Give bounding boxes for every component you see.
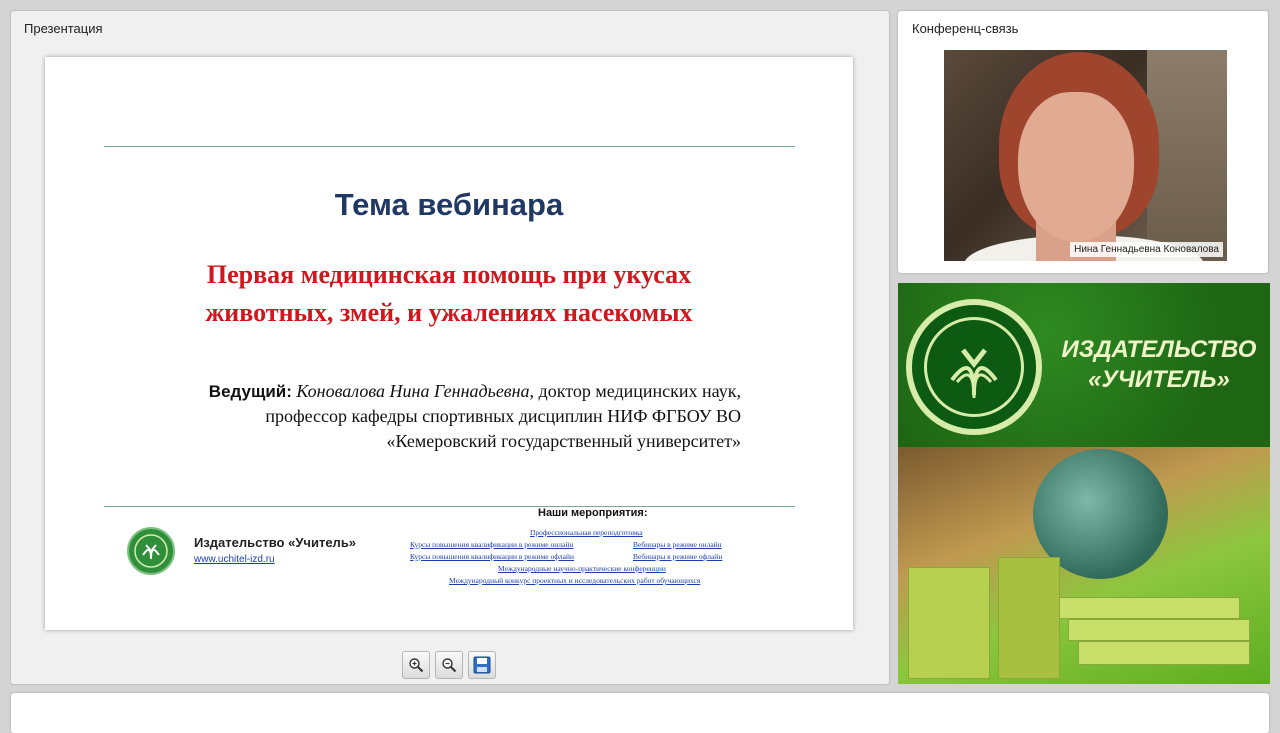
participant-name-label: Нина Геннадьевна Коновалова	[1070, 242, 1223, 257]
zoom-in-icon	[409, 658, 424, 673]
save-button[interactable]	[468, 651, 496, 679]
host-line2: профессор кафедры спортивных дисциплин Н…	[265, 406, 741, 426]
slide-topic: Первая медицинская помощь при укусах жив…	[45, 256, 853, 332]
slide-topic-line2: животных, змей, и ужалениях насекомых	[205, 298, 693, 327]
slide-host: Ведущий: Коновалова Нина Геннадьевна, до…	[209, 379, 741, 454]
event-link[interactable]: Профессиональная переподготовка	[530, 528, 643, 537]
slide-top-rule	[104, 146, 795, 147]
event-link[interactable]: Курсы повышения квалификации в режиме оф…	[410, 552, 574, 561]
presentation-panel-title: Презентация	[24, 21, 103, 36]
publisher-link[interactable]: www.uchitel-izd.ru	[194, 554, 275, 565]
event-link[interactable]: Курсы повышения квалификации в режиме он…	[410, 540, 573, 549]
presentation-panel: Презентация Тема вебинара Первая медицин…	[11, 11, 889, 684]
host-label: Ведущий:	[208, 382, 292, 401]
event-link[interactable]: Вебинары в режиме офлайн	[633, 552, 722, 561]
zoom-in-button[interactable]	[402, 651, 430, 679]
publisher-logo-icon	[127, 527, 175, 575]
save-icon	[473, 656, 491, 674]
publisher-advert: ИЗДАТЕЛЬСТВО «УЧИТЕЛЬ»	[898, 283, 1270, 684]
conference-panel-title: Конференц-связь	[912, 21, 1019, 36]
slide-heading: Тема вебинара	[334, 187, 564, 222]
conference-panel: Конференц-связь Нина Геннадьевна Коновал…	[898, 11, 1268, 273]
zoom-out-button[interactable]	[435, 651, 463, 679]
advert-logo-icon	[906, 299, 1042, 435]
presentation-slide: Тема вебинара Первая медицинская помощь …	[45, 57, 853, 630]
events-title: Наши мероприятия:	[538, 507, 648, 519]
slide-topic-line1: Первая медицинская помощь при укусах	[206, 260, 692, 289]
slide-bottom-rule	[104, 506, 795, 507]
participant-video[interactable]: Нина Геннадьевна Коновалова	[944, 50, 1227, 261]
host-line1-rest: , доктор медицинских наук,	[529, 381, 741, 401]
bottom-panel	[11, 693, 1269, 733]
event-link[interactable]: Вебинары в режиме онлайн	[633, 540, 722, 549]
publisher-name: Издательство «Учитель»	[194, 535, 357, 550]
advert-header: ИЗДАТЕЛЬСТВО «УЧИТЕЛЬ»	[898, 283, 1270, 447]
zoom-out-icon	[442, 658, 457, 673]
advert-books-image	[898, 447, 1270, 684]
advert-title: ИЗДАТЕЛЬСТВО «УЧИТЕЛЬ»	[1061, 336, 1257, 393]
host-name: Коновалова Нина Геннадьевна	[296, 381, 530, 401]
event-link[interactable]: Международный конкурс проектных и исслед…	[449, 576, 700, 585]
host-line3: «Кемеровский государственный университет…	[386, 431, 741, 451]
event-link[interactable]: Международные научно-практические конфер…	[498, 564, 666, 573]
